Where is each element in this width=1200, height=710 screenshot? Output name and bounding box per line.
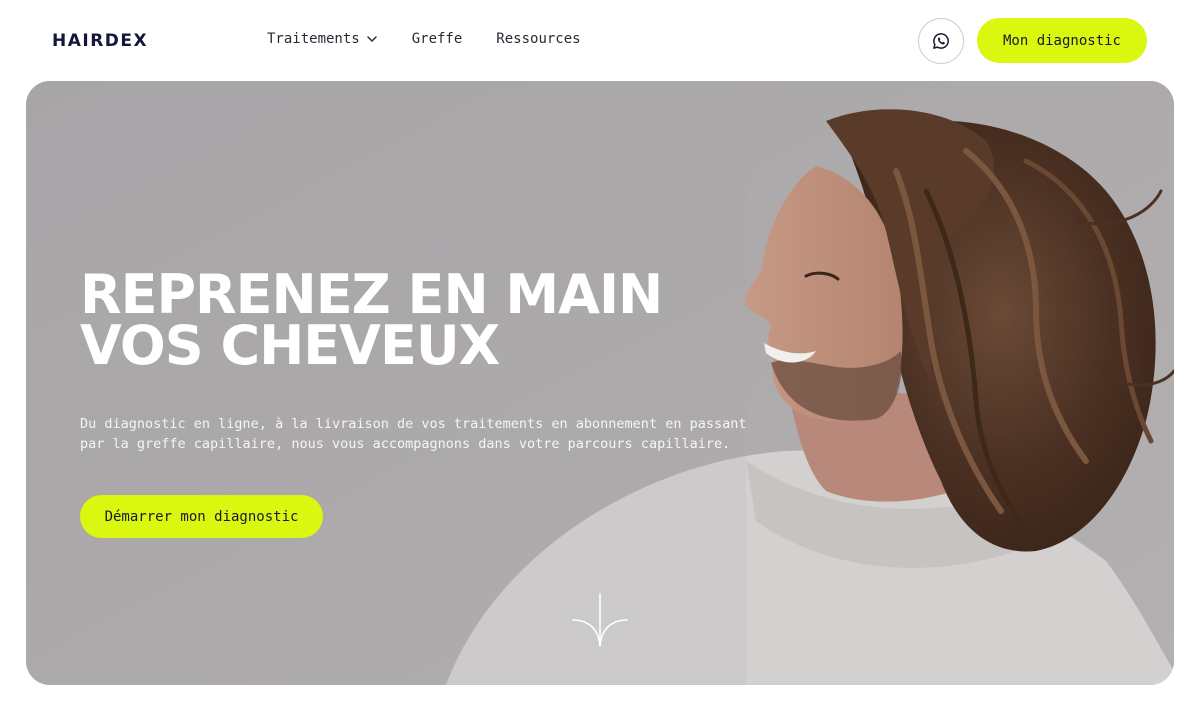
hero-subtitle-line: Du diagnostic en ligne, à la livraison d… [80,416,747,432]
hero-banner: REPRENEZ EN MAIN VOS CHEVEUX Du diagnost… [26,81,1174,685]
hero-subtitle-line: par la greffe capillaire, nous vous acco… [80,436,731,452]
nav-item-ressources[interactable]: Ressources [496,31,580,47]
nav-item-label: Greffe [411,31,463,47]
scroll-down-arrow-icon[interactable] [571,592,629,650]
whatsapp-icon [933,33,949,49]
chevron-down-icon [366,36,377,42]
nav-item-label: Traitements [267,31,360,47]
diagnostic-button[interactable]: Mon diagnostic [977,18,1147,63]
hero-title-line: REPRENEZ EN MAIN [80,263,663,326]
hero-title: REPRENEZ EN MAIN VOS CHEVEUX [80,263,780,377]
hero-title-line: VOS CHEVEUX [80,314,500,377]
site-header: HAIRDEX Traitements Greffe Ressources Mo… [0,0,1200,80]
nav-item-label: Ressources [496,31,581,47]
whatsapp-button[interactable] [918,18,964,64]
start-diagnostic-button[interactable]: Démarrer mon diagnostic [80,495,323,538]
nav-item-greffe[interactable]: Greffe [412,31,463,47]
nav-item-traitements[interactable]: Traitements [267,31,378,47]
logo[interactable]: HAIRDEX [52,31,148,51]
hero-subtitle: Du diagnostic en ligne, à la livraison d… [80,414,780,454]
main-nav: Traitements Greffe Ressources [267,31,581,47]
